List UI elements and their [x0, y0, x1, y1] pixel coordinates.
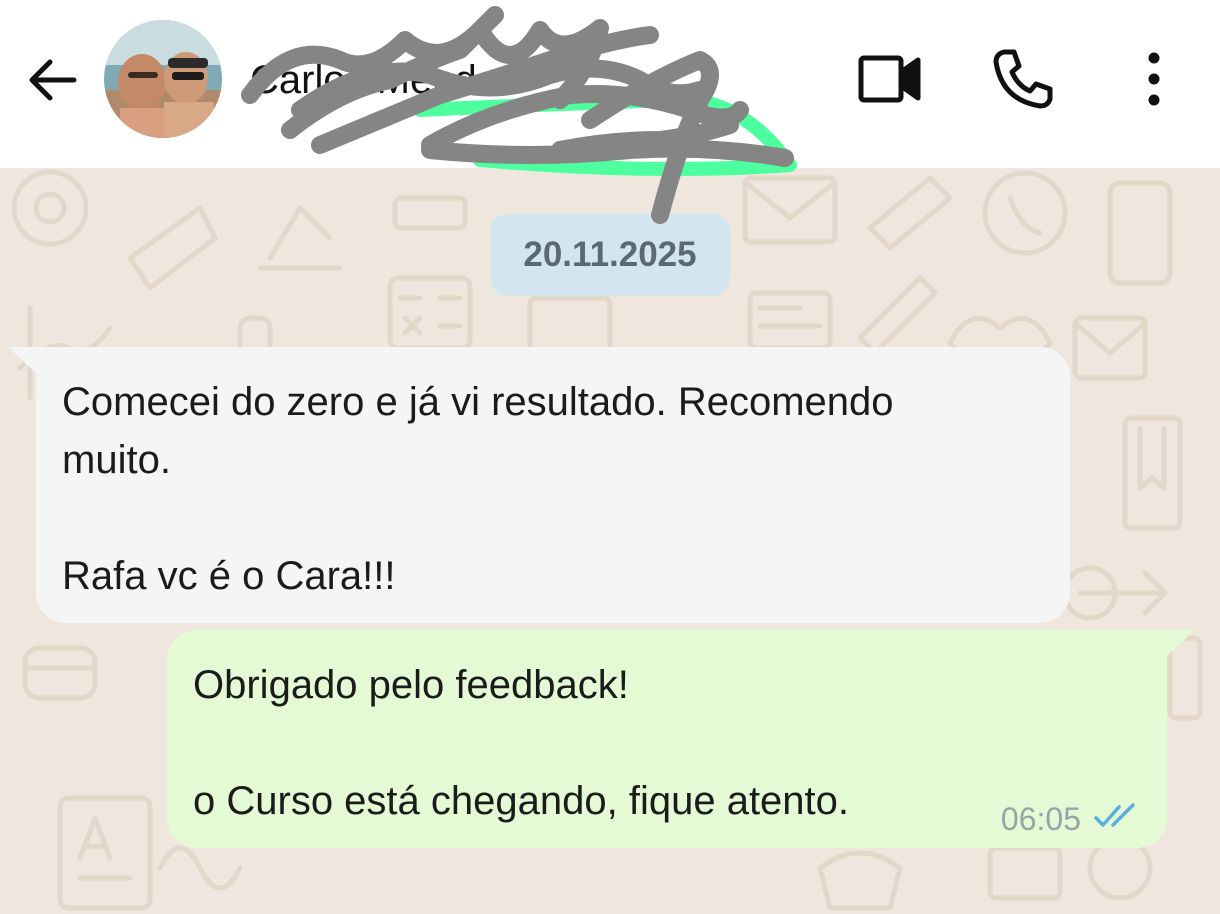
contact-name[interactable]: Carlos Mendes: [250, 58, 519, 103]
chat-header: Carlos Mendes: [0, 0, 1220, 168]
back-button[interactable]: [22, 50, 82, 110]
outgoing-bubble-tail: [1165, 630, 1195, 658]
arrow-left-icon: [22, 59, 82, 114]
message-text: Obrigado pelo feedback!: [193, 663, 629, 707]
more-options-button[interactable]: [1134, 46, 1174, 112]
phone-icon: [990, 49, 1056, 116]
message-text: o Curso está chegando, fique atento.: [193, 779, 850, 823]
message-text: Comecei do zero e já vi resultado. Recom…: [62, 380, 894, 424]
date-divider: 20.11.2025: [490, 214, 730, 296]
message-meta: 06:05: [1001, 801, 1141, 838]
double-check-icon: [1093, 801, 1141, 838]
outgoing-message-bubble[interactable]: Obrigado pelo feedback! o Curso está che…: [167, 630, 1167, 848]
voice-call-button[interactable]: [990, 46, 1056, 112]
message-text: muito.: [62, 438, 171, 482]
message-text: Rafa vc é o Cara!!!: [62, 554, 396, 598]
message-timestamp: 06:05: [1000, 801, 1081, 837]
contact-avatar[interactable]: [104, 20, 222, 138]
more-vertical-icon: [1134, 52, 1174, 116]
video-camera-icon: [856, 55, 924, 112]
video-call-button[interactable]: [856, 50, 924, 108]
incoming-message-bubble[interactable]: Comecei do zero e já vi resultado. Recom…: [36, 347, 1070, 623]
